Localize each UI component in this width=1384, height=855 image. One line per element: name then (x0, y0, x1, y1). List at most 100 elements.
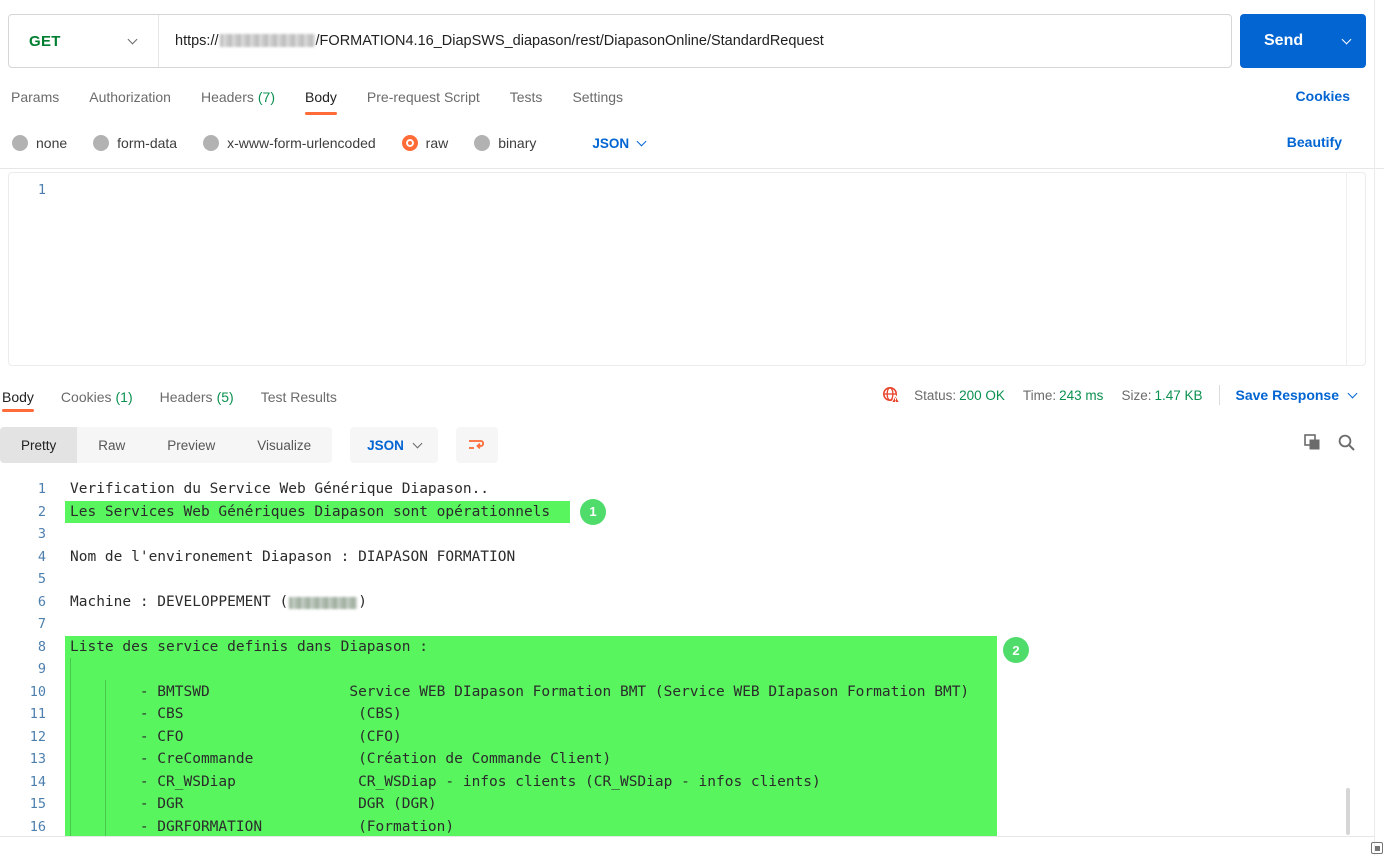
line-text: Les Services Web Génériques Diapason son… (70, 501, 1384, 524)
response-meta: Status:200 OK Time:243 ms Size:1.47 KB S… (882, 385, 1356, 405)
response-tab-cookies[interactable]: Cookies(1) (61, 389, 133, 405)
tab-label: Headers (201, 89, 254, 105)
url-prefix: https:// (175, 33, 219, 49)
radio-icon[interactable] (402, 135, 418, 151)
search-icon[interactable] (1337, 433, 1356, 452)
method-label: GET (29, 33, 61, 50)
line-number: 8 (0, 636, 46, 659)
line-number: 7 (0, 613, 46, 636)
editor-line-number: 1 (9, 182, 46, 198)
code-line: 5 (0, 568, 1384, 591)
response-tab-test-results[interactable]: Test Results (261, 389, 337, 405)
radio-label: raw (426, 135, 449, 151)
response-tab-headers[interactable]: Headers(5) (160, 389, 234, 405)
tab-params[interactable]: Params (11, 89, 59, 105)
line-number: 10 (0, 681, 46, 704)
body-mode-raw[interactable]: raw (402, 135, 449, 151)
response-tab-body[interactable]: Body (2, 389, 34, 405)
send-options-chevron-icon[interactable] (1342, 34, 1352, 44)
radio-label: form-data (117, 135, 177, 151)
chevron-down-icon (637, 136, 647, 146)
cookies-link[interactable]: Cookies (1296, 88, 1350, 104)
code-line: 9 (0, 658, 1384, 681)
request-tabs: Params Authorization Headers(7) Body Pre-req… (11, 86, 623, 108)
line-number: 14 (0, 771, 46, 794)
redacted-text (289, 597, 357, 609)
tab-label: Tests (510, 89, 543, 105)
tab-label: Cookies (61, 389, 112, 405)
response-body-viewer[interactable]: 1Verification du Service Web Générique D… (0, 478, 1384, 836)
request-body-editor[interactable]: 1 (8, 172, 1366, 366)
url-input[interactable]: https:///FORMATION4.16_DiapSWS_diapason/… (159, 15, 1231, 67)
line-number: 5 (0, 568, 46, 591)
radio-label: binary (498, 135, 536, 151)
view-tab-pretty[interactable]: Pretty (0, 427, 77, 463)
line-number: 4 (0, 546, 46, 569)
radio-icon[interactable] (12, 135, 28, 151)
radio-icon[interactable] (474, 135, 490, 151)
code-line: 8 Liste des service definis dans Diapason… (0, 636, 1384, 659)
body-mode-none[interactable]: none (12, 135, 67, 151)
divider (0, 168, 1384, 169)
console-toggle-icon[interactable] (1371, 842, 1383, 854)
method-dropdown[interactable]: GET (9, 15, 159, 67)
code-line: 11 - CBS (CBS) (0, 703, 1384, 726)
chevron-down-icon (1348, 388, 1358, 398)
raw-type-dropdown[interactable]: JSON (592, 136, 645, 151)
view-mode-segmented-control: PrettyRawPreviewVisualize (0, 427, 332, 463)
code-line: 2Les Services Web Génériques Diapason so… (0, 501, 1384, 524)
tab-settings[interactable]: Settings (572, 89, 623, 105)
view-tab-visualize[interactable]: Visualize (236, 427, 332, 463)
tab-pre-request-script[interactable]: Pre-request Script (367, 89, 480, 105)
radio-icon[interactable] (203, 135, 219, 151)
code-line: 1Verification du Service Web Générique D… (0, 478, 1384, 501)
tab-count: (7) (258, 89, 275, 105)
raw-type-label: JSON (592, 136, 629, 151)
annotation-badge: 2 (1003, 637, 1029, 663)
save-response-label: Save Response (1236, 387, 1340, 403)
tab-label: Params (11, 89, 59, 105)
code-line: 16 - DGRFORMATION (Formation) (0, 816, 1384, 837)
response-tabs: Body Cookies(1) Headers(5) Test Results (2, 386, 337, 408)
view-tab-raw[interactable]: Raw (77, 427, 146, 463)
body-mode-radios: none form-data x-www-form-urlencoded raw bin… (12, 133, 645, 153)
tab-label: Authorization (89, 89, 171, 105)
send-button[interactable]: Send (1240, 14, 1366, 68)
line-text: - DGRFORMATION (Formation) (70, 816, 1384, 837)
code-line: 6 Machine : DEVELOPPEMENT () (0, 591, 1384, 614)
body-mode-x-www-form-urlencoded[interactable]: x-www-form-urlencoded (203, 135, 376, 151)
tab-authorization[interactable]: Authorization (89, 89, 171, 105)
tab-headers[interactable]: Headers(7) (201, 89, 275, 105)
annotation-badge: 1 (580, 499, 606, 525)
wrap-lines-button[interactable] (456, 427, 498, 463)
body-mode-form-data[interactable]: form-data (93, 135, 177, 151)
tab-label: Body (305, 89, 337, 105)
save-response-button[interactable]: Save Response (1236, 387, 1357, 403)
chevron-down-icon (412, 438, 422, 448)
tab-body[interactable]: Body (305, 89, 337, 105)
response-format-dropdown[interactable]: JSON (350, 427, 438, 463)
tab-label: Test Results (261, 389, 337, 405)
code-line: 14 - CR_WSDiap CR_WSDiap - infos clients… (0, 771, 1384, 794)
status-badge: Status:200 OK (914, 388, 1005, 403)
line-text: Liste des service definis dans Diapason … (70, 636, 1384, 659)
beautify-link[interactable]: Beautify (1287, 134, 1342, 150)
response-view-toolbar: PrettyRawPreviewVisualize JSON (0, 427, 498, 463)
tab-label: Settings (572, 89, 623, 105)
view-tab-preview[interactable]: Preview (146, 427, 236, 463)
divider (0, 836, 1374, 837)
editor-scrollbar-track[interactable] (1346, 173, 1347, 365)
code-line: 15 - DGR DGR (DGR) (0, 793, 1384, 816)
network-warning-icon[interactable] (882, 386, 900, 404)
size-badge: Size:1.47 KB (1121, 388, 1202, 403)
line-number: 6 (0, 591, 46, 614)
copy-icon[interactable] (1303, 433, 1322, 452)
code-line: 3 (0, 523, 1384, 546)
tab-count: (5) (217, 389, 234, 405)
radio-icon[interactable] (93, 135, 109, 151)
tab-tests[interactable]: Tests (510, 89, 543, 105)
line-text: - CR_WSDiap CR_WSDiap - infos clients (C… (70, 771, 1384, 794)
body-mode-binary[interactable]: binary (474, 135, 536, 151)
line-text: Nom de l'environement Diapason : DIAPASO… (70, 546, 1384, 569)
line-text: Machine : DEVELOPPEMENT () (70, 591, 1384, 614)
